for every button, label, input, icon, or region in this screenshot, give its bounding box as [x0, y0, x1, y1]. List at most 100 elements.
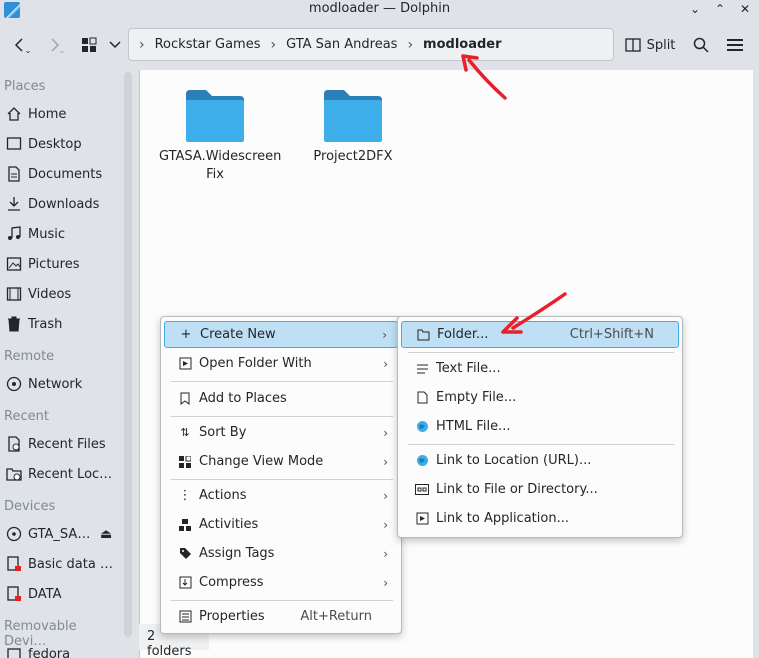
menu-separator — [171, 416, 393, 417]
breadcrumb-separator: › — [139, 36, 145, 53]
open-with-icon — [178, 357, 192, 371]
chevron-right-icon: › — [383, 575, 388, 590]
window-title: modloader — Dolphin — [308, 1, 451, 16]
sidebar-item-network[interactable]: Network — [0, 370, 122, 398]
toolbar: ⌄ ⌄ › Rockstar Games › GTA San Andreas ›… — [0, 22, 759, 68]
breadcrumb-item-rockstar[interactable]: Rockstar Games — [155, 37, 261, 52]
minimize-button[interactable]: ⌄ — [685, 0, 705, 20]
chevron-right-icon: › — [383, 517, 388, 532]
sidebar-item-home[interactable]: Home — [0, 100, 122, 128]
sidebar-item-label: Network — [28, 376, 83, 392]
folder-item[interactable]: Project2DFX — [297, 90, 409, 166]
maximize-button[interactable]: ⌃ — [710, 0, 730, 20]
chevron-down-icon — [109, 41, 121, 49]
back-button[interactable]: ⌄ — [10, 31, 34, 59]
properties-icon — [178, 610, 192, 624]
sidebar-item-label: fedora — [28, 646, 71, 658]
menu-item-change-view-mode[interactable]: Change View Mode › — [164, 448, 398, 475]
menu-separator — [171, 479, 393, 480]
chevron-right-icon: › — [382, 327, 387, 342]
sidebar-item-documents[interactable]: Documents — [0, 160, 122, 188]
sidebar-item-pictures[interactable]: Pictures — [0, 250, 122, 278]
search-icon — [693, 37, 709, 53]
menu-separator — [171, 600, 393, 601]
menu-item-add-to-places[interactable]: Add to Places — [164, 385, 398, 412]
context-menu: + Create New › Open Folder With › Add to… — [160, 316, 402, 634]
menu-button[interactable] — [724, 31, 746, 59]
sidebar-item-label: Music — [28, 226, 65, 242]
view-mode-button[interactable] — [78, 31, 100, 59]
menu-item-properties[interactable]: Properties Alt+Return — [164, 603, 398, 630]
sidebar-item-videos[interactable]: Videos — [0, 280, 122, 308]
forward-button[interactable]: ⌄ — [44, 31, 68, 59]
chevron-right-icon: › — [383, 454, 388, 469]
devices-header: Devices — [4, 499, 56, 514]
menu-item-new-empty-file[interactable]: Empty File... — [401, 384, 679, 411]
split-button[interactable]: Split — [624, 31, 676, 59]
sidebar-item-recent-files[interactable]: Recent Files — [0, 430, 122, 458]
videos-icon — [5, 285, 23, 303]
sidebar-item-device-basic-data[interactable]: Basic data … — [0, 550, 122, 578]
activities-icon — [178, 518, 192, 532]
network-icon — [5, 375, 23, 393]
sidebar-scrollbar[interactable] — [124, 72, 132, 637]
breadcrumb-separator: › — [407, 36, 414, 53]
recent-locations-icon — [5, 465, 23, 483]
menu-item-actions[interactable]: ⋮ Actions › — [164, 482, 398, 509]
view-grid-icon — [82, 37, 97, 52]
sidebar-item-music[interactable]: Music — [0, 220, 122, 248]
breadcrumb-item-gta[interactable]: GTA San Andreas — [286, 37, 397, 52]
chevron-right-icon: › — [383, 356, 388, 371]
view-mode-icon — [178, 455, 192, 469]
chevron-right-icon: › — [383, 488, 388, 503]
remote-header: Remote — [4, 349, 55, 364]
menu-item-new-html-file[interactable]: HTML File... — [401, 413, 679, 440]
view-mode-dropdown[interactable] — [106, 31, 124, 59]
sidebar-item-fedora[interactable]: fedora — [0, 640, 122, 658]
sidebar-item-label: Recent Loc… — [28, 466, 113, 482]
breadcrumb-item-current[interactable]: modloader — [423, 37, 501, 52]
folder-name: Project2DFX — [313, 149, 393, 164]
desktop-icon — [5, 135, 23, 153]
drive-icon — [5, 585, 23, 603]
tag-icon — [178, 547, 192, 561]
menu-item-assign-tags[interactable]: Assign Tags › — [164, 540, 398, 567]
places-header: Places — [4, 79, 46, 94]
menu-item-activities[interactable]: Activities › — [164, 511, 398, 538]
sidebar-item-label: DATA — [28, 586, 62, 602]
close-button[interactable]: ✕ — [735, 0, 755, 20]
sidebar-item-label: Home — [28, 106, 67, 122]
sidebar-item-label: Recent Files — [28, 436, 106, 452]
menu-item-link-to-file[interactable]: Link to File or Directory... — [401, 476, 679, 503]
recent-files-icon — [5, 435, 23, 453]
menu-item-link-to-application[interactable]: Link to Application... — [401, 505, 679, 532]
menu-item-new-text-file[interactable]: Text File... — [401, 355, 679, 382]
music-icon — [5, 225, 23, 243]
sidebar-item-device-data[interactable]: DATA — [0, 580, 122, 608]
eject-icon[interactable]: ⏏ — [100, 527, 112, 542]
menu-item-compress[interactable]: Compress › — [164, 569, 398, 596]
sidebar-item-device-gta[interactable]: GTA_SA… ⏏ — [0, 520, 122, 548]
menu-item-sort-by[interactable]: ⇅ Sort By › — [164, 419, 398, 446]
sidebar-item-label: Documents — [28, 166, 103, 182]
sidebar-item-desktop[interactable]: Desktop — [0, 130, 122, 158]
folder-item[interactable]: GTASA.Widescreen Fix — [159, 90, 281, 184]
folder-icon — [186, 90, 244, 142]
new-folder-shortcut: Ctrl+Shift+N — [569, 327, 654, 342]
sidebar-item-trash[interactable]: Trash — [0, 310, 122, 338]
menu-item-create-new[interactable]: + Create New › — [164, 321, 398, 348]
trash-icon — [5, 315, 23, 333]
menu-item-open-folder-with[interactable]: Open Folder With › — [164, 350, 398, 377]
menu-item-link-to-url[interactable]: Link to Location (URL)... — [401, 447, 679, 474]
sidebar-item-recent-locations[interactable]: Recent Loc… — [0, 460, 122, 488]
sort-icon: ⇅ — [180, 426, 190, 439]
sidebar-item-label: Basic data … — [28, 556, 113, 572]
search-button[interactable] — [690, 31, 712, 59]
sidebar-item-downloads[interactable]: Downloads — [0, 190, 122, 218]
breadcrumb[interactable]: › Rockstar Games › GTA San Andreas › mod… — [128, 28, 614, 61]
title-bar: modloader — Dolphin ⌄ ⌃ ✕ — [0, 0, 759, 22]
documents-icon — [5, 165, 23, 183]
hamburger-icon — [727, 39, 743, 51]
menu-item-new-folder[interactable]: Folder... Ctrl+Shift+N — [401, 321, 679, 348]
plus-icon: + — [180, 327, 192, 342]
